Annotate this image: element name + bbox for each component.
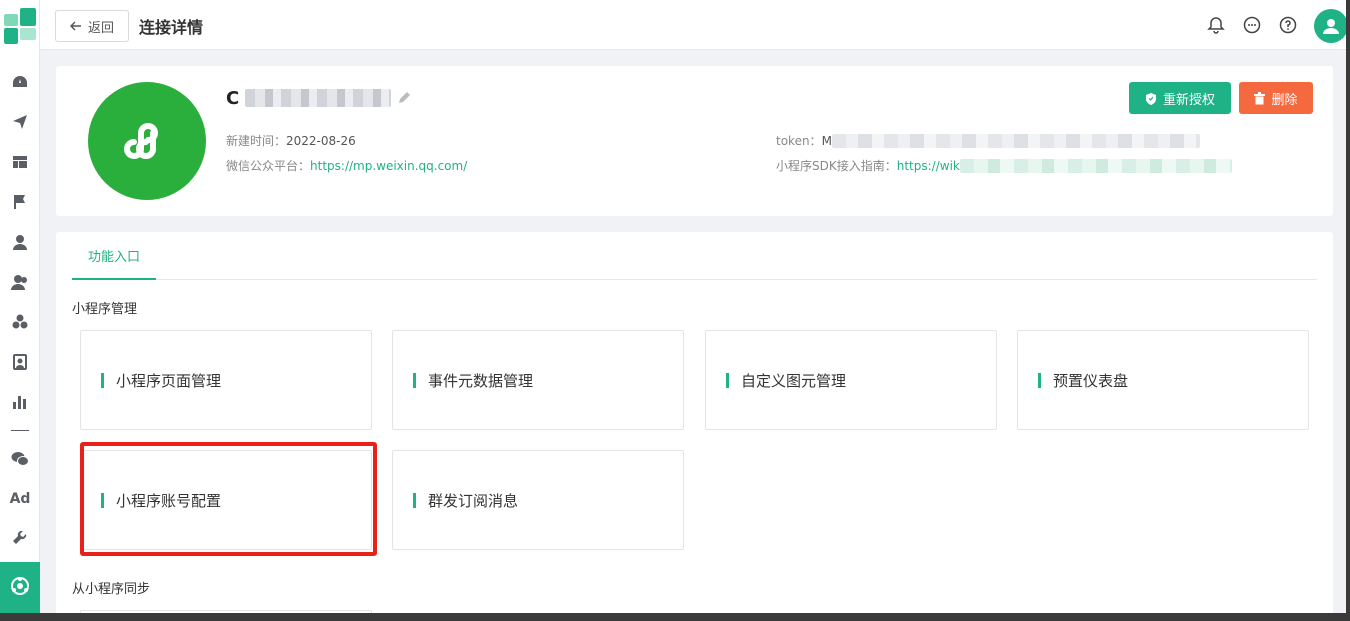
help-icon[interactable] (1279, 16, 1297, 34)
section-title-manage: 小程序管理 (72, 302, 138, 317)
reauthorize-label: 重新授权 (1162, 92, 1215, 108)
token-value: M (821, 133, 832, 148)
miniprogram-link-icon (124, 123, 158, 159)
users-icon[interactable] (10, 272, 30, 292)
user-icon[interactable] (10, 232, 30, 252)
flag-icon[interactable] (10, 192, 30, 212)
created-time: 新建时间： 2022-08-26 (226, 132, 356, 149)
feature-card-subscription-message[interactable]: 群发订阅消息 (392, 450, 684, 550)
card-accent-bar (1038, 372, 1041, 388)
ad-icon[interactable]: Ad (10, 489, 31, 509)
top-header: 返回 连接详情 (40, 0, 1346, 50)
platform-info: 微信公众平台： https://mp.weixin.qq.com/ (226, 157, 467, 174)
delete-button[interactable]: 删除 (1239, 82, 1313, 114)
section-title-sync: 从小程序同步 (72, 582, 151, 597)
token-redacted (831, 133, 1200, 148)
feature-card-label: 群发订阅消息 (428, 491, 519, 510)
bell-icon[interactable] (1207, 16, 1225, 34)
sdk-label: 小程序SDK接入指南： (776, 159, 897, 173)
app-frame: Ad 返回 连接详情 C 新建时间： 2022-08-26 微信公众平台： ht… (0, 0, 1346, 613)
created-value: 2022-08-26 (286, 133, 356, 148)
back-button-label: 返回 (87, 20, 114, 36)
card-accent-bar (101, 372, 104, 388)
sdk-guide: 小程序SDK接入指南： https://wik (776, 157, 1232, 174)
app-name-redacted (245, 89, 392, 107)
feature-card-label: 小程序账号配置 (116, 491, 222, 510)
sdk-link-redacted (959, 158, 1232, 173)
miniprogram-icon[interactable] (0, 562, 40, 613)
bar-chart-icon[interactable] (10, 392, 30, 412)
edit-icon[interactable] (397, 91, 411, 105)
sidebar: Ad (0, 0, 40, 613)
feature-card-label: 预置仪表盘 (1053, 371, 1129, 390)
token-label: token： (776, 134, 822, 148)
feature-card-event-metadata[interactable]: 事件元数据管理 (392, 330, 684, 430)
page-title: 连接详情 (139, 18, 204, 37)
card-accent-bar (101, 492, 104, 508)
cluster-icon[interactable] (10, 312, 30, 332)
message-icon[interactable] (1243, 16, 1261, 34)
avatar[interactable] (1314, 9, 1346, 43)
tab-feature-entry[interactable]: 功能入口 (72, 232, 157, 280)
feature-card-label: 事件元数据管理 (428, 371, 534, 390)
app-name: C (226, 86, 411, 110)
wechat-icon[interactable] (10, 449, 30, 469)
dashboard-icon[interactable] (10, 72, 30, 92)
sidebar-divider (11, 430, 29, 431)
platform-link[interactable]: https://mp.weixin.qq.com/ (310, 159, 467, 173)
miniprogram-logo (88, 82, 206, 200)
feature-card-label: 自定义图元管理 (741, 371, 847, 390)
token-info: token： M (776, 132, 1200, 149)
arrow-left-icon (69, 21, 81, 31)
platform-label: 微信公众平台： (226, 159, 311, 173)
reauthorize-button[interactable]: 重新授权 (1129, 82, 1231, 114)
feature-card-preset-dashboard[interactable]: 预置仪表盘 (1017, 330, 1309, 430)
feature-card-page-management[interactable]: 小程序页面管理 (80, 330, 372, 430)
layout-icon[interactable] (10, 152, 30, 172)
brand-logo-icon[interactable] (2, 6, 38, 46)
wrench-icon[interactable] (10, 529, 30, 549)
back-button[interactable]: 返回 (55, 10, 129, 42)
card-accent-bar (413, 372, 416, 388)
user-avatar-icon (1323, 19, 1339, 34)
feature-card-custom-elements[interactable]: 自定义图元管理 (705, 330, 997, 430)
feature-card-label: 小程序页面管理 (116, 371, 222, 390)
trash-icon (1254, 91, 1266, 104)
delete-label: 删除 (1271, 92, 1298, 108)
send-icon[interactable] (10, 112, 30, 132)
app-info-card: C 新建时间： 2022-08-26 微信公众平台： https://mp.we… (56, 66, 1333, 216)
feature-card-sync-partial[interactable] (80, 610, 372, 613)
shield-icon (1145, 92, 1156, 105)
feature-card-account-config[interactable]: 小程序账号配置 (80, 450, 372, 550)
sdk-link[interactable]: https://wik (897, 159, 960, 173)
app-name-text: C (226, 87, 240, 109)
created-label: 新建时间： (226, 134, 287, 148)
profile-icon[interactable] (10, 352, 30, 372)
tab-bar: 功能入口 (72, 232, 1317, 280)
card-accent-bar (726, 372, 729, 388)
card-accent-bar (413, 492, 416, 508)
